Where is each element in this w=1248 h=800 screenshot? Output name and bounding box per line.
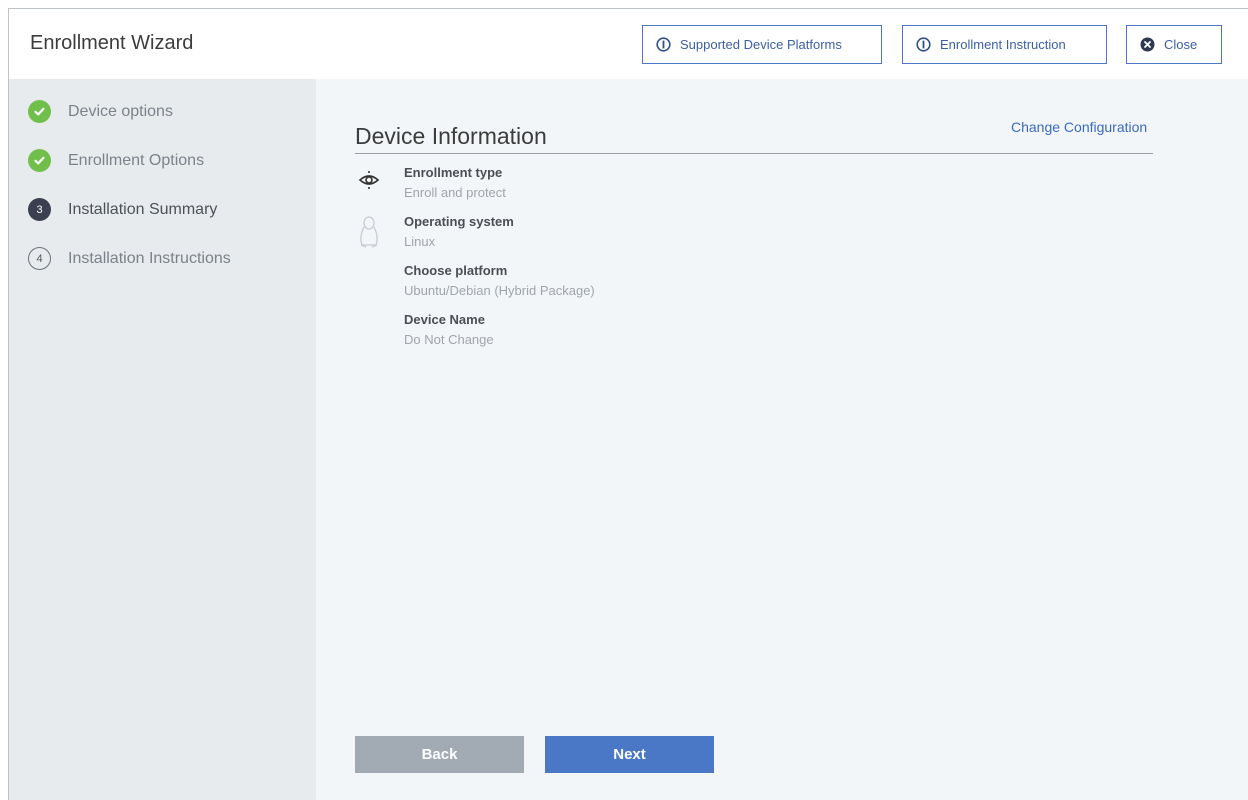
enrollment-instruction-button[interactable]: Enrollment Instruction	[902, 25, 1107, 64]
check-icon	[28, 149, 51, 172]
step-number: 3	[28, 198, 51, 221]
operating-system-label: Operating system	[404, 214, 514, 229]
close-label: Close	[1164, 37, 1198, 52]
section-title: Device Information	[355, 123, 547, 149]
enrollment-type-label: Enrollment type	[404, 165, 503, 180]
enrollment-instruction-label: Enrollment Instruction	[940, 37, 1066, 52]
next-button[interactable]: Next	[545, 736, 714, 773]
change-configuration-link[interactable]: Change Configuration	[1011, 119, 1147, 135]
supported-device-platforms-button[interactable]: Supported Device Platforms	[642, 25, 882, 64]
enrollment-type-value: Enroll and protect	[404, 185, 506, 200]
choose-platform-label: Choose platform	[404, 263, 508, 278]
divider	[355, 153, 1153, 154]
eye-shield-icon	[358, 169, 380, 196]
step-label: Enrollment Options	[68, 151, 205, 169]
supported-device-platforms-label: Supported Device Platforms	[680, 37, 842, 52]
step-number: 4	[28, 247, 51, 270]
back-button[interactable]: Back	[355, 736, 524, 773]
step-installation-instructions[interactable]: 4 Installation Instructions	[28, 247, 231, 270]
operating-system-value: Linux	[404, 234, 436, 249]
step-device-options[interactable]: Device options	[28, 100, 173, 123]
step-label: Device options	[68, 102, 173, 120]
close-button[interactable]: Close	[1126, 25, 1222, 64]
wizard-title: Enrollment Wizard	[30, 32, 194, 54]
wizard-content: Device Information Change Configuration …	[316, 79, 1248, 800]
enrollment-wizard-window: Enrollment Wizard Supported Device Platf…	[8, 8, 1248, 800]
linux-penguin-icon	[358, 215, 380, 254]
wizard-steps-sidebar: Device options Enrollment Options 3 Inst…	[9, 79, 316, 800]
device-name-label: Device Name	[404, 312, 485, 327]
wizard-header: Enrollment Wizard Supported Device Platf…	[9, 9, 1248, 79]
step-installation-summary[interactable]: 3 Installation Summary	[28, 198, 217, 221]
step-enrollment-options[interactable]: Enrollment Options	[28, 149, 204, 172]
device-name-value: Do Not Change	[404, 332, 494, 347]
step-label: Installation Summary	[68, 200, 218, 218]
check-icon	[28, 100, 51, 123]
close-icon	[1140, 37, 1155, 52]
info-icon	[916, 37, 931, 52]
choose-platform-value: Ubuntu/Debian (Hybrid Package)	[404, 283, 595, 298]
info-icon	[656, 37, 671, 52]
step-label: Installation Instructions	[68, 249, 231, 267]
